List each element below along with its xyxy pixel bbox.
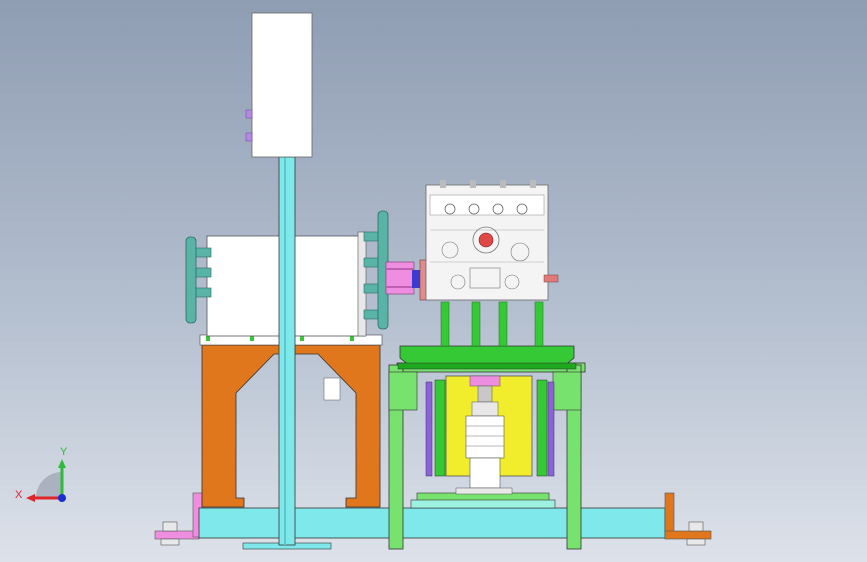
engine-block (425, 180, 559, 301)
engine-support-posts (440, 301, 544, 347)
y-axis-label: Y (60, 446, 68, 458)
right-handwheel (363, 210, 389, 330)
electrical-cabinet (245, 12, 313, 158)
vertical-column (278, 156, 296, 546)
lifting-cylinder (445, 375, 533, 495)
assembly-drawing: X Y (15, 12, 712, 550)
turntable (397, 345, 577, 370)
drive-shaft (385, 259, 429, 301)
cad-viewport[interactable]: X Y (0, 0, 867, 562)
x-axis-label: X (15, 489, 23, 501)
coordinate-triad (26, 459, 66, 502)
